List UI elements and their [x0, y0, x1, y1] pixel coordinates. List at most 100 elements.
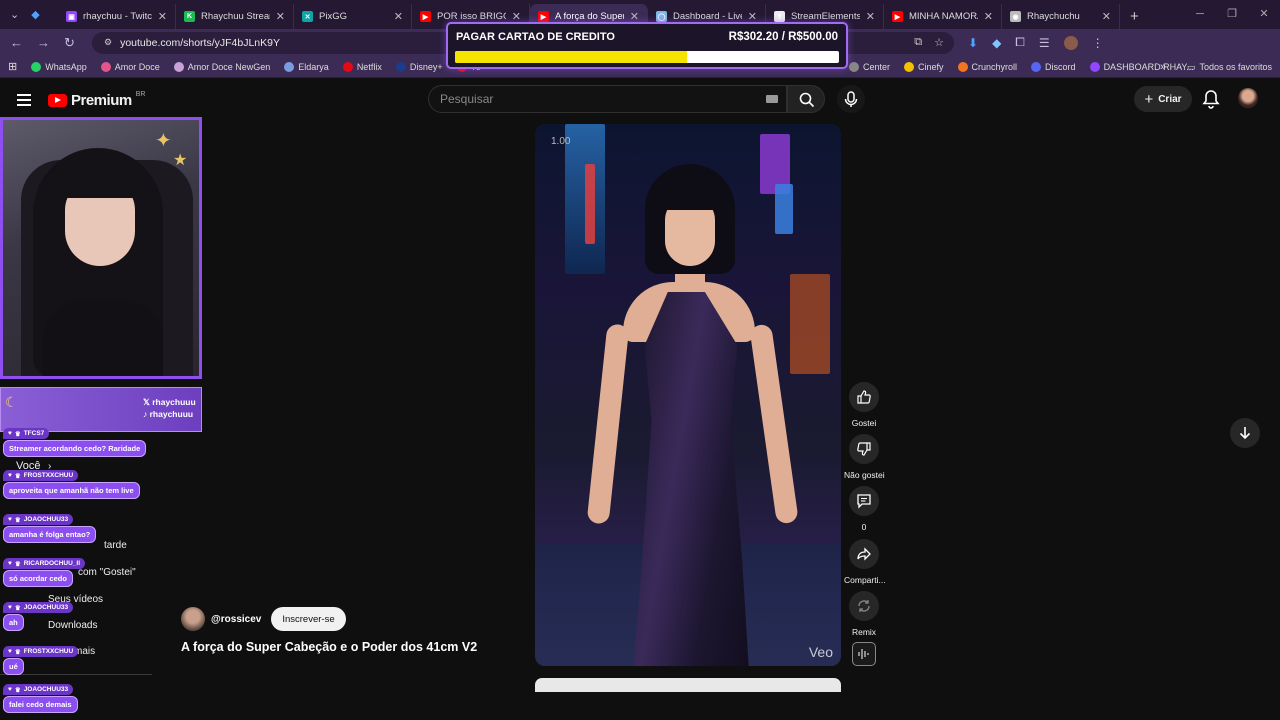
heart-badge-icon: ♥	[8, 648, 12, 655]
browser-tab[interactable]: K Rhaychuu Stream - V ✕	[176, 4, 294, 29]
chat-text: ah	[3, 614, 24, 631]
bookmark-item[interactable]: Eldarya	[277, 61, 336, 72]
dislike-button[interactable]: Não gostei	[844, 434, 885, 480]
keyboard-icon[interactable]	[766, 95, 778, 103]
browser-profile-icon[interactable]: ◆	[31, 8, 39, 21]
bookmark-favicon-icon	[395, 61, 406, 72]
tab-favicon-icon: ✕	[302, 11, 313, 22]
channel-row: @rossicev Inscrever-se	[181, 607, 346, 631]
menu-kebab-icon[interactable]: ⋮	[1092, 36, 1104, 50]
tiktok-handle-text: rhaychuuu	[149, 409, 194, 419]
chat-username: ♥ ♛ JOAOCHUU33	[3, 514, 74, 525]
browser-tab[interactable]: ▣ rhaychuu - Twitch ✕	[58, 4, 176, 29]
install-app-icon[interactable]: ⧉	[914, 36, 922, 49]
extensions-puzzle-icon[interactable]: ⧠	[1015, 35, 1025, 50]
site-info-icon[interactable]: ⚙	[104, 37, 112, 48]
channel-avatar[interactable]	[181, 607, 205, 631]
share-button[interactable]: Comparti...	[844, 539, 886, 585]
media-control-icon[interactable]: ☰	[1039, 36, 1050, 50]
short-video-player[interactable]: 1.00 Veo	[535, 124, 841, 666]
like-button[interactable]: Gostei	[844, 382, 884, 428]
short-title[interactable]: A força do Super Cabeção e o Poder dos 4…	[181, 640, 477, 654]
chat-message: ♥ ♛ JOAOCHUU33 falei cedo demais	[3, 684, 78, 713]
forward-icon[interactable]: →	[37, 35, 50, 51]
tab-close-icon[interactable]: ✕	[984, 10, 993, 23]
original-audio-button[interactable]	[852, 642, 876, 666]
bookmark-item[interactable]: Disney+	[389, 61, 450, 72]
back-icon[interactable]: ←	[10, 35, 23, 51]
new-tab-button[interactable]: +	[1120, 4, 1149, 29]
bookmark-item[interactable]: DASHBOARD RHAY...	[1083, 62, 1201, 72]
bookmark-item[interactable]: Netflix	[336, 61, 389, 72]
youtube-logo[interactable]: Premium BR	[48, 91, 145, 109]
bookmark-label: Crunchyroll	[971, 62, 1018, 72]
thumbs-down-icon	[857, 442, 871, 456]
voice-search-button[interactable]	[837, 85, 865, 113]
subscribe-button[interactable]: Inscrever-se	[271, 607, 346, 631]
share-label: Comparti...	[844, 575, 886, 585]
tab-favicon-icon: ▶	[892, 11, 903, 22]
browser-tab[interactable]: ◉ Rhaychuchu ✕	[1002, 4, 1120, 29]
extension-icon[interactable]: ◆	[992, 36, 1001, 50]
tab-title: rhaychuu - Twitch	[83, 11, 152, 22]
chat-text: ué	[3, 658, 24, 675]
chat-username-text: FROSTXXCHUU	[23, 648, 74, 655]
bookmark-item[interactable]: Discord	[1024, 62, 1083, 72]
browser-tab[interactable]: ✕ PixGG ✕	[294, 4, 412, 29]
tab-close-icon[interactable]: ✕	[1102, 10, 1111, 23]
bookmark-star-icon[interactable]: ☆	[934, 36, 944, 49]
search-placeholder: Pesquisar	[440, 92, 494, 106]
crown-badge-icon: ♛	[14, 472, 21, 480]
all-favorites[interactable]: ▭ Todos os favoritos	[1187, 56, 1272, 78]
notifications-button[interactable]	[1202, 89, 1220, 114]
url-text[interactable]: youtube.com/shorts/yJF4bJLnK9Y	[120, 37, 280, 49]
profile-avatar[interactable]	[1063, 35, 1078, 50]
bookmark-favicon-icon	[904, 62, 915, 72]
next-short-preview[interactable]	[535, 678, 841, 692]
download-icon[interactable]: ⬇	[968, 36, 978, 50]
minimize-icon[interactable]: ─	[1184, 0, 1216, 29]
guide-menu-icon[interactable]	[17, 94, 31, 106]
bookmark-item[interactable]: Amor Doce NewGen	[167, 61, 278, 72]
chat-username: ♥ ♛ JOAOCHUU33	[3, 684, 74, 695]
dislike-circle	[849, 434, 879, 464]
tab-search-icon[interactable]: ⌄	[10, 8, 19, 21]
webcam-overlay: ✦ ★	[0, 117, 202, 379]
maximize-icon[interactable]: ❐	[1216, 0, 1248, 29]
bookmark-item[interactable]: Cinefy	[897, 62, 951, 72]
browser-tab[interactable]: ▶ MINHA NAMORADA ✕	[884, 4, 1002, 29]
search-input[interactable]: Pesquisar	[428, 85, 787, 113]
tab-close-icon[interactable]: ✕	[158, 10, 167, 23]
bookmark-label: Center	[863, 62, 891, 72]
bookmark-item[interactable]: Amor Doce	[94, 61, 167, 72]
playback-speed-label: 1.00	[551, 136, 571, 147]
more-bookmarks-icon[interactable]: »	[1160, 61, 1166, 73]
comments-count: 0	[861, 522, 867, 532]
create-button[interactable]: + Criar	[1134, 86, 1192, 112]
tab-favicon-icon: ▶	[538, 11, 549, 22]
chat-text: falei cedo demais	[3, 696, 78, 713]
remix-button[interactable]: Remix	[844, 591, 884, 637]
reload-icon[interactable]: ↻	[64, 35, 75, 51]
bookmark-favicon-icon	[1089, 62, 1100, 72]
bookmark-item[interactable]: Center	[842, 62, 897, 72]
user-avatar[interactable]	[1238, 88, 1258, 108]
bookmark-label: Netflix	[356, 61, 382, 72]
tab-close-icon[interactable]: ✕	[394, 10, 403, 23]
bookmark-label: DASHBOARD RHAY...	[1103, 62, 1194, 72]
bookmark-item[interactable]: WhatsApp	[24, 61, 94, 72]
apps-grid-icon[interactable]: ⊞	[0, 60, 24, 73]
crown-badge-icon: ♛	[14, 516, 21, 524]
tab-close-icon[interactable]: ✕	[276, 10, 285, 23]
bookmark-item[interactable]: Crunchyroll	[951, 62, 1025, 72]
x-handle-text: rhaychuuu	[152, 397, 196, 407]
channel-name[interactable]: @rossicev	[211, 614, 261, 625]
tab-close-icon[interactable]: ✕	[866, 10, 875, 23]
tab-title: A força do Super Ca	[555, 11, 624, 22]
comments-button[interactable]: 0	[844, 486, 884, 532]
search-button[interactable]	[787, 85, 825, 113]
close-window-icon[interactable]: ✕	[1248, 0, 1280, 29]
next-short-button[interactable]	[1230, 418, 1260, 448]
chat-text: amanha é folga entao?	[3, 526, 97, 543]
heart-badge-icon: ♥	[8, 560, 12, 567]
